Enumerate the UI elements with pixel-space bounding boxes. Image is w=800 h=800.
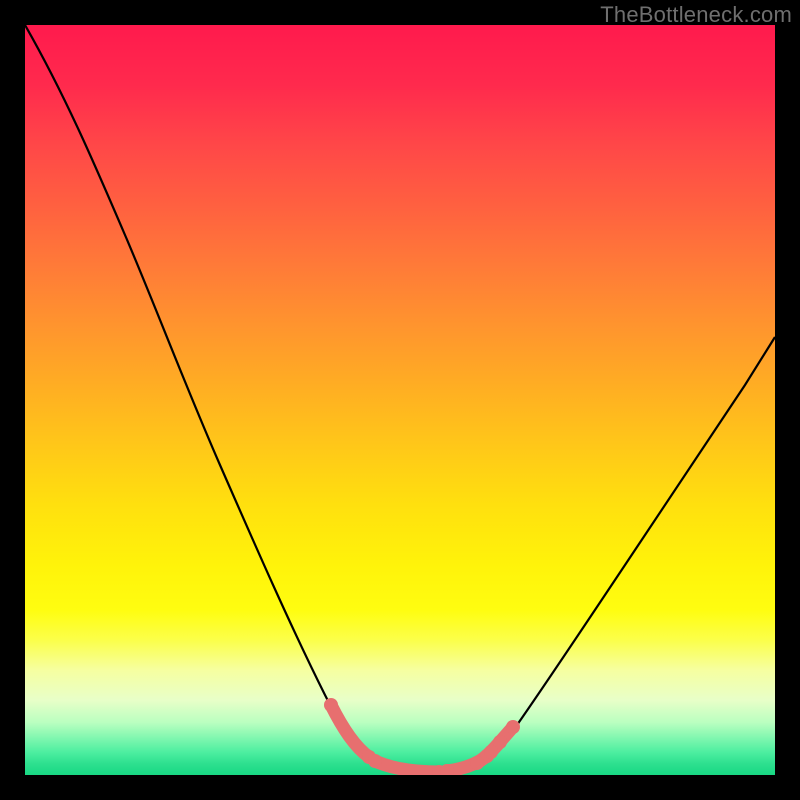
plot-area [25,25,775,775]
bottleneck-curve [25,25,775,772]
curve-svg [25,25,775,775]
chart-frame: TheBottleneck.com [0,0,800,800]
watermark-text: TheBottleneck.com [600,2,792,28]
